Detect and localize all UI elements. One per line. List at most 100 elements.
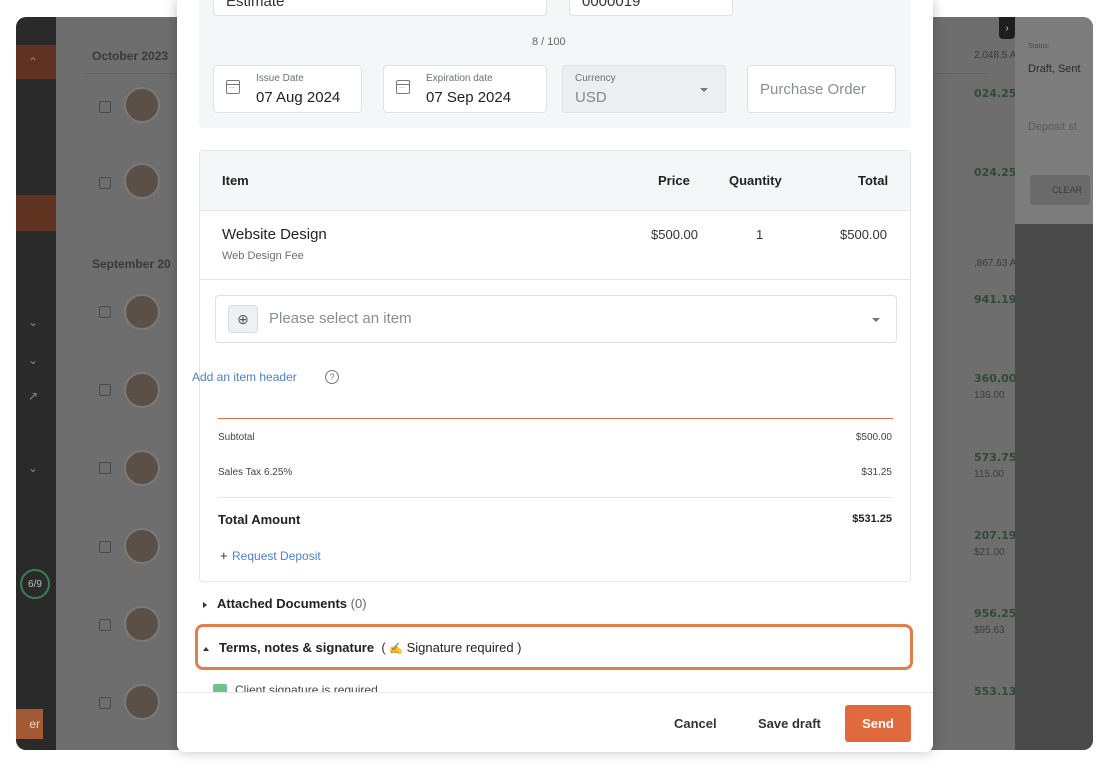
row-amount: 956.25 bbox=[974, 607, 1017, 620]
tax-label: Sales Tax 6.25% bbox=[218, 467, 293, 478]
nav-active-block[interactable]: ⌃ bbox=[16, 45, 56, 79]
estimate-modal: Estimate 0000019 8 / 100 Issue Date 07 A… bbox=[177, 0, 933, 752]
send-button[interactable]: Send bbox=[845, 705, 911, 742]
row-checkbox[interactable] bbox=[99, 306, 111, 318]
row-checkbox[interactable] bbox=[99, 462, 111, 474]
chevron-up-icon: ⌃ bbox=[28, 55, 39, 69]
number-value: 0000019 bbox=[582, 0, 641, 10]
table-header: Item Price Quantity Total bbox=[200, 151, 910, 211]
total-value: $531.25 bbox=[852, 513, 892, 525]
caret-right-icon bbox=[203, 601, 207, 608]
avatar bbox=[124, 684, 160, 720]
row-checkbox[interactable] bbox=[99, 384, 111, 396]
deposit-status-select[interactable]: Deposit st bbox=[1028, 121, 1077, 133]
month-total: 2,048.5 All bbox=[974, 50, 1021, 61]
filter-panel: › Status: Draft, Sent Deposit st CLEAR bbox=[999, 17, 1093, 224]
plus-icon: + bbox=[220, 548, 228, 563]
status-select[interactable]: Draft, Sent bbox=[1028, 63, 1081, 75]
terms-notes-signature-toggle[interactable]: Terms, notes & signature ( ✍ Signature r… bbox=[203, 640, 522, 655]
cancel-button[interactable]: Cancel bbox=[674, 716, 717, 731]
item-name: Website Design bbox=[222, 226, 327, 243]
add-item-header-link[interactable]: Add an item header bbox=[192, 370, 297, 384]
currency-select[interactable]: Currency USD bbox=[562, 65, 726, 113]
external-link-icon[interactable]: ↗ bbox=[28, 389, 38, 403]
avatar bbox=[124, 372, 160, 408]
row-sub-amount: 136.00 bbox=[974, 390, 1005, 401]
side-navigation: ⌃ ⌄ ⌄ ↗ ⌄ 6/9 er bbox=[16, 17, 56, 750]
avatar bbox=[124, 294, 160, 330]
avatar bbox=[124, 163, 160, 199]
terms-label: Terms, notes & signature bbox=[219, 640, 375, 655]
bottom-action-button[interactable]: er bbox=[16, 709, 43, 739]
item-select[interactable]: ⊕ Please select an item bbox=[215, 295, 897, 343]
signature-required-note: Signature required bbox=[406, 640, 514, 655]
issue-date-label: Issue Date bbox=[256, 73, 304, 84]
status-label: Status: bbox=[1028, 43, 1050, 50]
expiration-date-field[interactable]: Expiration date 07 Sep 2024 bbox=[383, 65, 547, 113]
title-field[interactable]: Estimate bbox=[213, 0, 547, 16]
item-select-placeholder: Please select an item bbox=[269, 310, 412, 327]
row-checkbox[interactable] bbox=[99, 697, 111, 709]
expiration-date-label: Expiration date bbox=[426, 73, 493, 84]
issue-date-field[interactable]: Issue Date 07 Aug 2024 bbox=[213, 65, 362, 113]
row-amount: 024.25 bbox=[974, 87, 1017, 100]
issue-date-value: 07 Aug 2024 bbox=[256, 89, 341, 106]
item-price: $500.00 bbox=[651, 227, 698, 242]
header-total: Total bbox=[858, 173, 889, 188]
avatar bbox=[124, 87, 160, 123]
save-draft-button[interactable]: Save draft bbox=[758, 716, 821, 731]
row-amount: 941.19 bbox=[974, 293, 1017, 306]
calendar-icon bbox=[396, 80, 410, 94]
header-price: Price bbox=[658, 173, 690, 188]
avatar bbox=[124, 606, 160, 642]
client-signature-label: Client signature is required bbox=[235, 683, 378, 692]
row-checkbox[interactable] bbox=[99, 177, 111, 189]
row-checkbox[interactable] bbox=[99, 619, 111, 631]
row-amount: 024.25 bbox=[974, 166, 1017, 179]
caret-up-icon bbox=[203, 646, 209, 651]
chevron-down-icon bbox=[872, 318, 880, 322]
divider bbox=[218, 418, 893, 419]
checkbox-checked[interactable] bbox=[213, 684, 227, 692]
attached-documents-label: Attached Documents bbox=[217, 596, 348, 611]
divider bbox=[218, 497, 893, 498]
number-field[interactable]: 0000019 bbox=[569, 0, 733, 16]
step-progress-badge[interactable]: 6/9 bbox=[20, 569, 50, 599]
item-description: Web Design Fee bbox=[222, 250, 304, 262]
clear-button[interactable]: CLEAR bbox=[1030, 175, 1090, 205]
chevron-right-icon[interactable]: › bbox=[999, 17, 1015, 39]
total-label: Total Amount bbox=[218, 512, 301, 527]
currency-label: Currency bbox=[575, 73, 616, 84]
nav-block[interactable] bbox=[16, 195, 56, 231]
row-sub-amount: $21.00 bbox=[974, 547, 1005, 558]
row-amount: 573.75 bbox=[974, 451, 1017, 464]
row-amount: 207.19 bbox=[974, 529, 1017, 542]
chevron-down-icon[interactable]: ⌄ bbox=[28, 353, 38, 367]
panel-shadow bbox=[1015, 224, 1093, 750]
row-checkbox[interactable] bbox=[99, 541, 111, 553]
chevron-down-icon[interactable]: ⌄ bbox=[28, 315, 38, 329]
tax-value: $31.25 bbox=[861, 467, 892, 478]
purchase-order-input[interactable]: Purchase Order bbox=[747, 65, 896, 113]
chevron-down-icon bbox=[700, 88, 708, 92]
row-sub-amount: 115.00 bbox=[974, 469, 1004, 480]
avatar bbox=[124, 450, 160, 486]
line-items-card: Item Price Quantity Total Website Design… bbox=[192, 150, 911, 582]
character-count: 8 / 100 bbox=[532, 36, 566, 48]
modal-footer: Cancel Save draft Send bbox=[177, 692, 933, 752]
help-icon[interactable]: ? bbox=[325, 370, 339, 384]
estimate-details-card: Estimate 0000019 8 / 100 Issue Date 07 A… bbox=[199, 0, 911, 128]
signature-pen-icon: ✍ bbox=[389, 643, 403, 655]
row-amount: 553.13 bbox=[974, 685, 1017, 698]
purchase-order-placeholder: Purchase Order bbox=[760, 81, 866, 98]
row-checkbox[interactable] bbox=[99, 101, 111, 113]
header-quantity: Quantity bbox=[729, 173, 782, 188]
attached-documents-toggle[interactable]: Attached Documents (0) bbox=[203, 596, 367, 611]
chevron-down-icon[interactable]: ⌄ bbox=[28, 461, 38, 475]
avatar bbox=[124, 528, 160, 564]
item-quantity: 1 bbox=[756, 227, 764, 242]
table-row[interactable]: Website Design Web Design Fee $500.00 1 … bbox=[200, 212, 910, 280]
subtotal-value: $500.00 bbox=[855, 432, 892, 443]
subtotal-label: Subtotal bbox=[218, 432, 255, 443]
request-deposit-link[interactable]: Request Deposit bbox=[232, 549, 321, 563]
